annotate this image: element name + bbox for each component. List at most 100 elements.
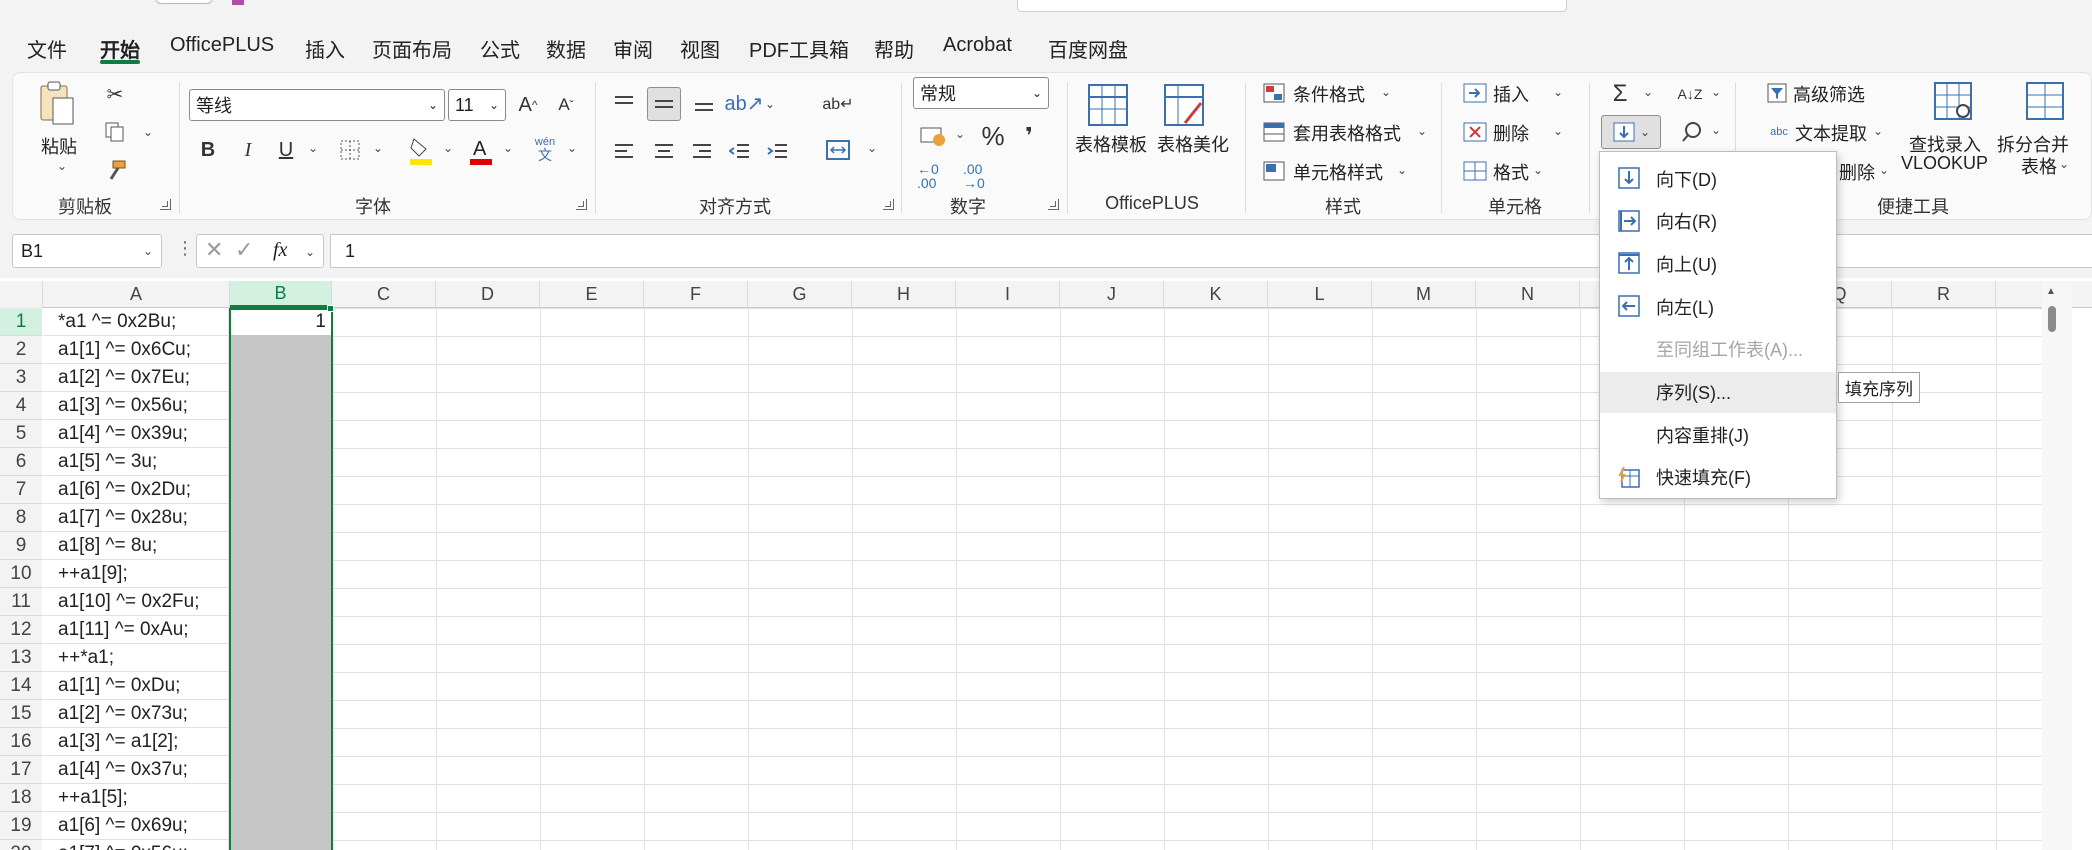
- decrease-indent-icon[interactable]: [725, 137, 755, 167]
- format-as-table-button[interactable]: 套用表格格式: [1293, 120, 1401, 146]
- fill-menu-item[interactable]: 序列(S)...: [1600, 371, 1836, 413]
- delete-tools-button[interactable]: 删除: [1839, 159, 1875, 185]
- clipboard-launcher-icon[interactable]: [160, 199, 171, 210]
- decrease-font-icon[interactable]: Aˇ: [551, 89, 581, 121]
- column-header[interactable]: I: [956, 281, 1060, 308]
- paste-dropdown-chevron[interactable]: ⌄: [57, 159, 67, 173]
- column-header[interactable]: F: [644, 281, 748, 308]
- sort-filter-icon[interactable]: A↓Z: [1675, 79, 1705, 109]
- tab-file[interactable]: 文件: [27, 34, 67, 63]
- cell-a[interactable]: a1[4] ^= 0x39u;: [43, 420, 229, 448]
- row-header[interactable]: 6: [0, 448, 42, 476]
- cell-a[interactable]: a1[2] ^= 0x7Eu;: [43, 364, 229, 392]
- table-template-icon[interactable]: [1085, 81, 1131, 129]
- chevron-down-icon[interactable]: ⌄: [867, 141, 877, 155]
- cell-a[interactable]: a1[6] ^= 0x69u;: [43, 812, 229, 840]
- copy-icon[interactable]: [101, 119, 129, 145]
- orientation-icon[interactable]: ab↗: [725, 87, 764, 119]
- chevron-down-icon[interactable]: ⌄: [955, 127, 965, 141]
- cancel-icon[interactable]: ✕: [205, 237, 223, 263]
- cell-b[interactable]: [230, 644, 332, 672]
- underline-icon[interactable]: U: [271, 135, 301, 165]
- cell-b[interactable]: [230, 700, 332, 728]
- insert-cells-button[interactable]: 插入: [1493, 81, 1529, 107]
- chevron-down-icon[interactable]: ⌄: [567, 141, 577, 155]
- row-header[interactable]: 11: [0, 588, 42, 616]
- chevron-down-icon[interactable]: ⌄: [305, 245, 315, 259]
- bold-icon[interactable]: B: [193, 135, 223, 165]
- text-extract-icon[interactable]: abc: [1765, 120, 1793, 144]
- row-header[interactable]: 18: [0, 784, 42, 812]
- insert-function-icon[interactable]: fx: [273, 239, 287, 262]
- format-cells-button[interactable]: 格式: [1493, 159, 1529, 185]
- tab-baidu-netdisk[interactable]: 百度网盘: [1048, 34, 1128, 63]
- font-size-select[interactable]: 11 ⌄: [448, 89, 506, 121]
- borders-icon[interactable]: [335, 135, 365, 165]
- paste-icon[interactable]: [37, 79, 77, 129]
- column-header[interactable]: R: [1892, 281, 1996, 308]
- cell-b[interactable]: [230, 784, 332, 812]
- cell-a[interactable]: ++a1[9];: [43, 560, 229, 588]
- increase-indent-icon[interactable]: [763, 137, 793, 167]
- paste-label[interactable]: 粘贴: [41, 133, 77, 159]
- column-header[interactable]: N: [1476, 281, 1580, 308]
- scrollbar-thumb[interactable]: [2048, 306, 2056, 332]
- split-merge-label-line2[interactable]: 表格: [2021, 153, 2057, 179]
- cell-b[interactable]: [230, 392, 332, 420]
- row-header[interactable]: 8: [0, 504, 42, 532]
- tab-page-layout[interactable]: 页面布局: [372, 34, 452, 63]
- format-painter-icon[interactable]: [101, 157, 129, 185]
- align-center-icon[interactable]: [649, 137, 679, 167]
- name-box[interactable]: B1 ⌄: [12, 234, 162, 268]
- row-header[interactable]: 15: [0, 700, 42, 728]
- chevron-down-icon[interactable]: ⌄: [308, 141, 318, 155]
- conditional-format-button[interactable]: 条件格式: [1293, 81, 1365, 107]
- fill-handle[interactable]: [327, 305, 334, 312]
- table-beautify-button[interactable]: 表格美化: [1157, 131, 1229, 157]
- row-header[interactable]: 9: [0, 532, 42, 560]
- font-color-icon[interactable]: A: [465, 133, 497, 167]
- cell-styles-button[interactable]: 单元格样式: [1293, 159, 1383, 185]
- font-name-select[interactable]: 等线 ⌄: [189, 89, 445, 121]
- cell-b[interactable]: [230, 448, 332, 476]
- row-header[interactable]: 2: [0, 336, 42, 364]
- cell-b[interactable]: [230, 840, 332, 850]
- row-header[interactable]: 12: [0, 616, 42, 644]
- chevron-down-icon[interactable]: ⌄: [1533, 163, 1543, 177]
- chevron-down-icon[interactable]: ⌄: [1711, 85, 1721, 99]
- italic-icon[interactable]: I: [233, 135, 263, 165]
- column-header[interactable]: C: [332, 281, 436, 308]
- cell-b[interactable]: [230, 336, 332, 364]
- fill-menu-item[interactable]: 向右(R): [1600, 201, 1836, 242]
- decrease-decimal-icon[interactable]: .00 →0: [963, 159, 1003, 193]
- table-template-button[interactable]: 表格模板: [1075, 131, 1147, 157]
- cell-a[interactable]: ++*a1;: [43, 644, 229, 672]
- align-middle-icon[interactable]: [647, 87, 681, 121]
- align-right-icon[interactable]: [687, 137, 717, 167]
- wrap-text-icon[interactable]: ab↵: [821, 87, 855, 121]
- fill-menu-item[interactable]: 向下(D): [1600, 158, 1836, 199]
- select-all-corner[interactable]: [0, 281, 43, 308]
- phonetic-guide-icon[interactable]: wén 文: [529, 133, 561, 167]
- copy-dropdown-chevron[interactable]: ⌄: [143, 125, 153, 139]
- cell-b[interactable]: [230, 672, 332, 700]
- chevron-down-icon[interactable]: ⌄: [1553, 85, 1563, 99]
- title-bar-control[interactable]: [155, 0, 213, 4]
- column-header[interactable]: H: [852, 281, 956, 308]
- column-header[interactable]: L: [1268, 281, 1372, 308]
- chevron-down-icon[interactable]: ⌄: [1711, 123, 1721, 137]
- more-options-icon[interactable]: ⋮: [176, 238, 194, 259]
- find-select-icon[interactable]: [1677, 117, 1707, 147]
- tab-acrobat[interactable]: Acrobat: [943, 34, 1012, 57]
- row-header[interactable]: 7: [0, 476, 42, 504]
- chevron-down-icon[interactable]: ⌄: [1873, 124, 1883, 138]
- cell-b[interactable]: [230, 812, 332, 840]
- fill-menu-item[interactable]: 向左(L): [1600, 286, 1836, 327]
- advanced-filter-button[interactable]: 高级筛选: [1793, 81, 1865, 107]
- cell-b[interactable]: [230, 364, 332, 392]
- fill-menu-item[interactable]: 内容重排(J): [1600, 414, 1836, 455]
- cell-a[interactable]: a1[2] ^= 0x73u;: [43, 700, 229, 728]
- row-header[interactable]: 1: [0, 308, 42, 336]
- cell-a[interactable]: a1[7] ^= 0x28u;: [43, 504, 229, 532]
- column-header[interactable]: A: [43, 281, 230, 308]
